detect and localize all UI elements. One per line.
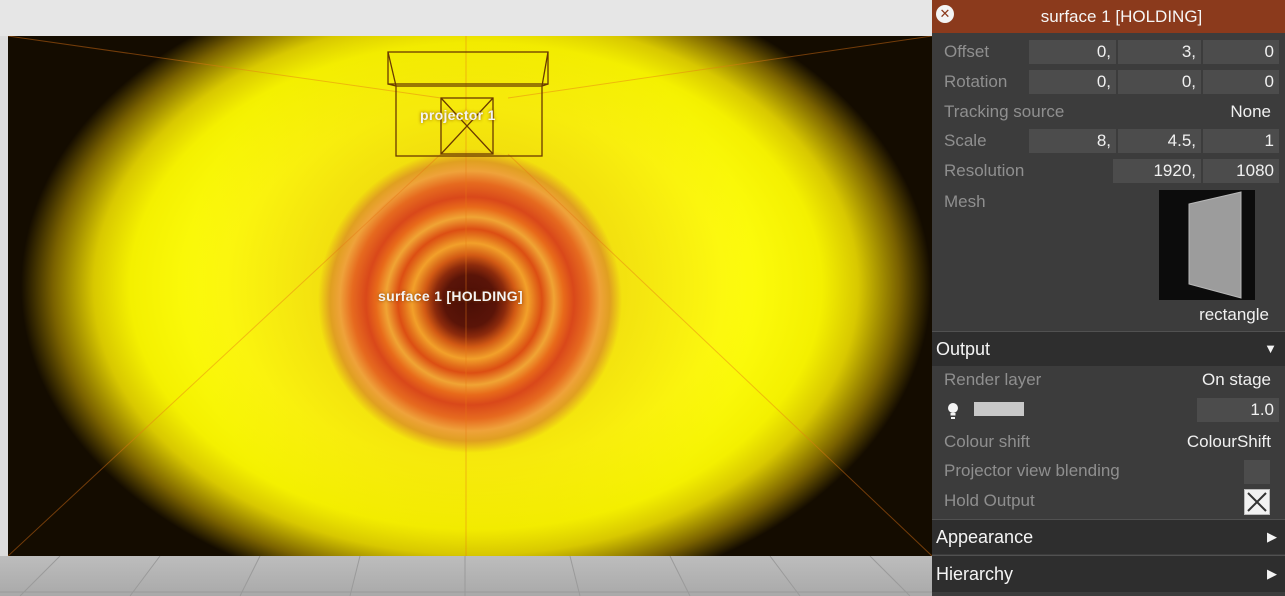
brightness-field[interactable]: 1.0: [1197, 398, 1279, 422]
mesh-label: Mesh: [944, 192, 986, 211]
triangle-right-icon: ▶: [1267, 529, 1277, 544]
offset-z-field[interactable]: 0: [1203, 40, 1279, 64]
rotation-x-field[interactable]: 0,: [1029, 70, 1116, 94]
scale-z-field[interactable]: 1: [1203, 129, 1279, 153]
offset-x-field[interactable]: 0,: [1029, 40, 1116, 64]
colour-shift-select[interactable]: ColourShift: [1187, 432, 1271, 452]
hold-output-checkbox[interactable]: [1244, 489, 1270, 515]
viewport-background: [0, 0, 932, 36]
hold-output-label: Hold Output: [944, 491, 1035, 510]
brightness-slider[interactable]: [974, 402, 1024, 416]
bulb-icon: [948, 403, 958, 419]
rotation-z-field[interactable]: 0: [1203, 70, 1279, 94]
render-layer-row: Render layer On stage: [932, 370, 1285, 396]
triangle-down-icon: ▼: [1264, 341, 1277, 356]
mesh-name[interactable]: rectangle: [1199, 305, 1269, 325]
close-icon[interactable]: ✕: [936, 5, 954, 23]
render-layer-select[interactable]: On stage: [1202, 370, 1271, 390]
output-header-label: Output: [936, 339, 991, 359]
hold-output-row: Hold Output: [932, 491, 1285, 517]
colour-shift-row: Colour shift ColourShift: [932, 432, 1285, 458]
appearance-header-label: Appearance: [936, 527, 1034, 547]
offset-label: Offset: [944, 42, 990, 61]
projector-label[interactable]: projector 1: [420, 107, 496, 123]
panel-title-bar: ✕ surface 1 [HOLDING]: [932, 0, 1285, 33]
hierarchy-header-label: Hierarchy: [936, 564, 1014, 584]
resolution-width-field[interactable]: 1920,: [1113, 159, 1201, 183]
checkbox-cross-icon: [1247, 492, 1267, 512]
scale-label: Scale: [944, 131, 987, 150]
scale-y-field[interactable]: 4.5,: [1118, 129, 1201, 153]
tracking-label: Tracking source: [944, 102, 1065, 121]
projection-surface[interactable]: projector 1 surface 1 [HOLDING]: [8, 36, 932, 556]
scale-row: Scale 8, 4.5, 1: [932, 129, 1285, 155]
resolution-height-field[interactable]: 1080: [1203, 159, 1279, 183]
rotation-label: Rotation: [944, 72, 1008, 91]
resolution-label: Resolution: [944, 161, 1025, 180]
offset-y-field[interactable]: 3,: [1118, 40, 1201, 64]
projector-view-blending-label: Projector view blending: [944, 461, 1120, 480]
floor-grid: [0, 555, 932, 596]
render-layer-label: Render layer: [944, 370, 1042, 389]
properties-panel: ✕ surface 1 [HOLDING] Offset 0, 3, 0 Rot…: [932, 0, 1285, 596]
rotation-row: Rotation 0, 0, 0: [932, 70, 1285, 96]
projector-view-blending-row: Projector view blending: [932, 461, 1285, 487]
tracking-source-select[interactable]: None: [1230, 102, 1271, 122]
panel-title: surface 1 [HOLDING]: [1040, 7, 1203, 26]
triangle-right-icon: ▶: [1267, 566, 1277, 581]
rotation-y-field[interactable]: 0,: [1118, 70, 1201, 94]
surface-label[interactable]: surface 1 [HOLDING]: [378, 288, 523, 304]
resolution-row: Resolution 1920, 1080: [932, 159, 1285, 185]
mesh-preview[interactable]: [1159, 190, 1255, 300]
output-section-header[interactable]: Output ▼: [932, 332, 1285, 366]
scale-x-field[interactable]: 8,: [1029, 129, 1116, 153]
hierarchy-section-header[interactable]: Hierarchy ▶: [932, 556, 1285, 592]
tracking-row: Tracking source None: [932, 100, 1285, 126]
appearance-section-header[interactable]: Appearance ▶: [932, 520, 1285, 554]
projector-view-blending-checkbox[interactable]: [1244, 460, 1270, 484]
offset-row: Offset 0, 3, 0: [932, 40, 1285, 66]
viewport-3d[interactable]: projector 1 surface 1 [HOLDING]: [0, 0, 932, 596]
colour-shift-label: Colour shift: [944, 432, 1030, 451]
projector-wireframe: [387, 51, 549, 157]
